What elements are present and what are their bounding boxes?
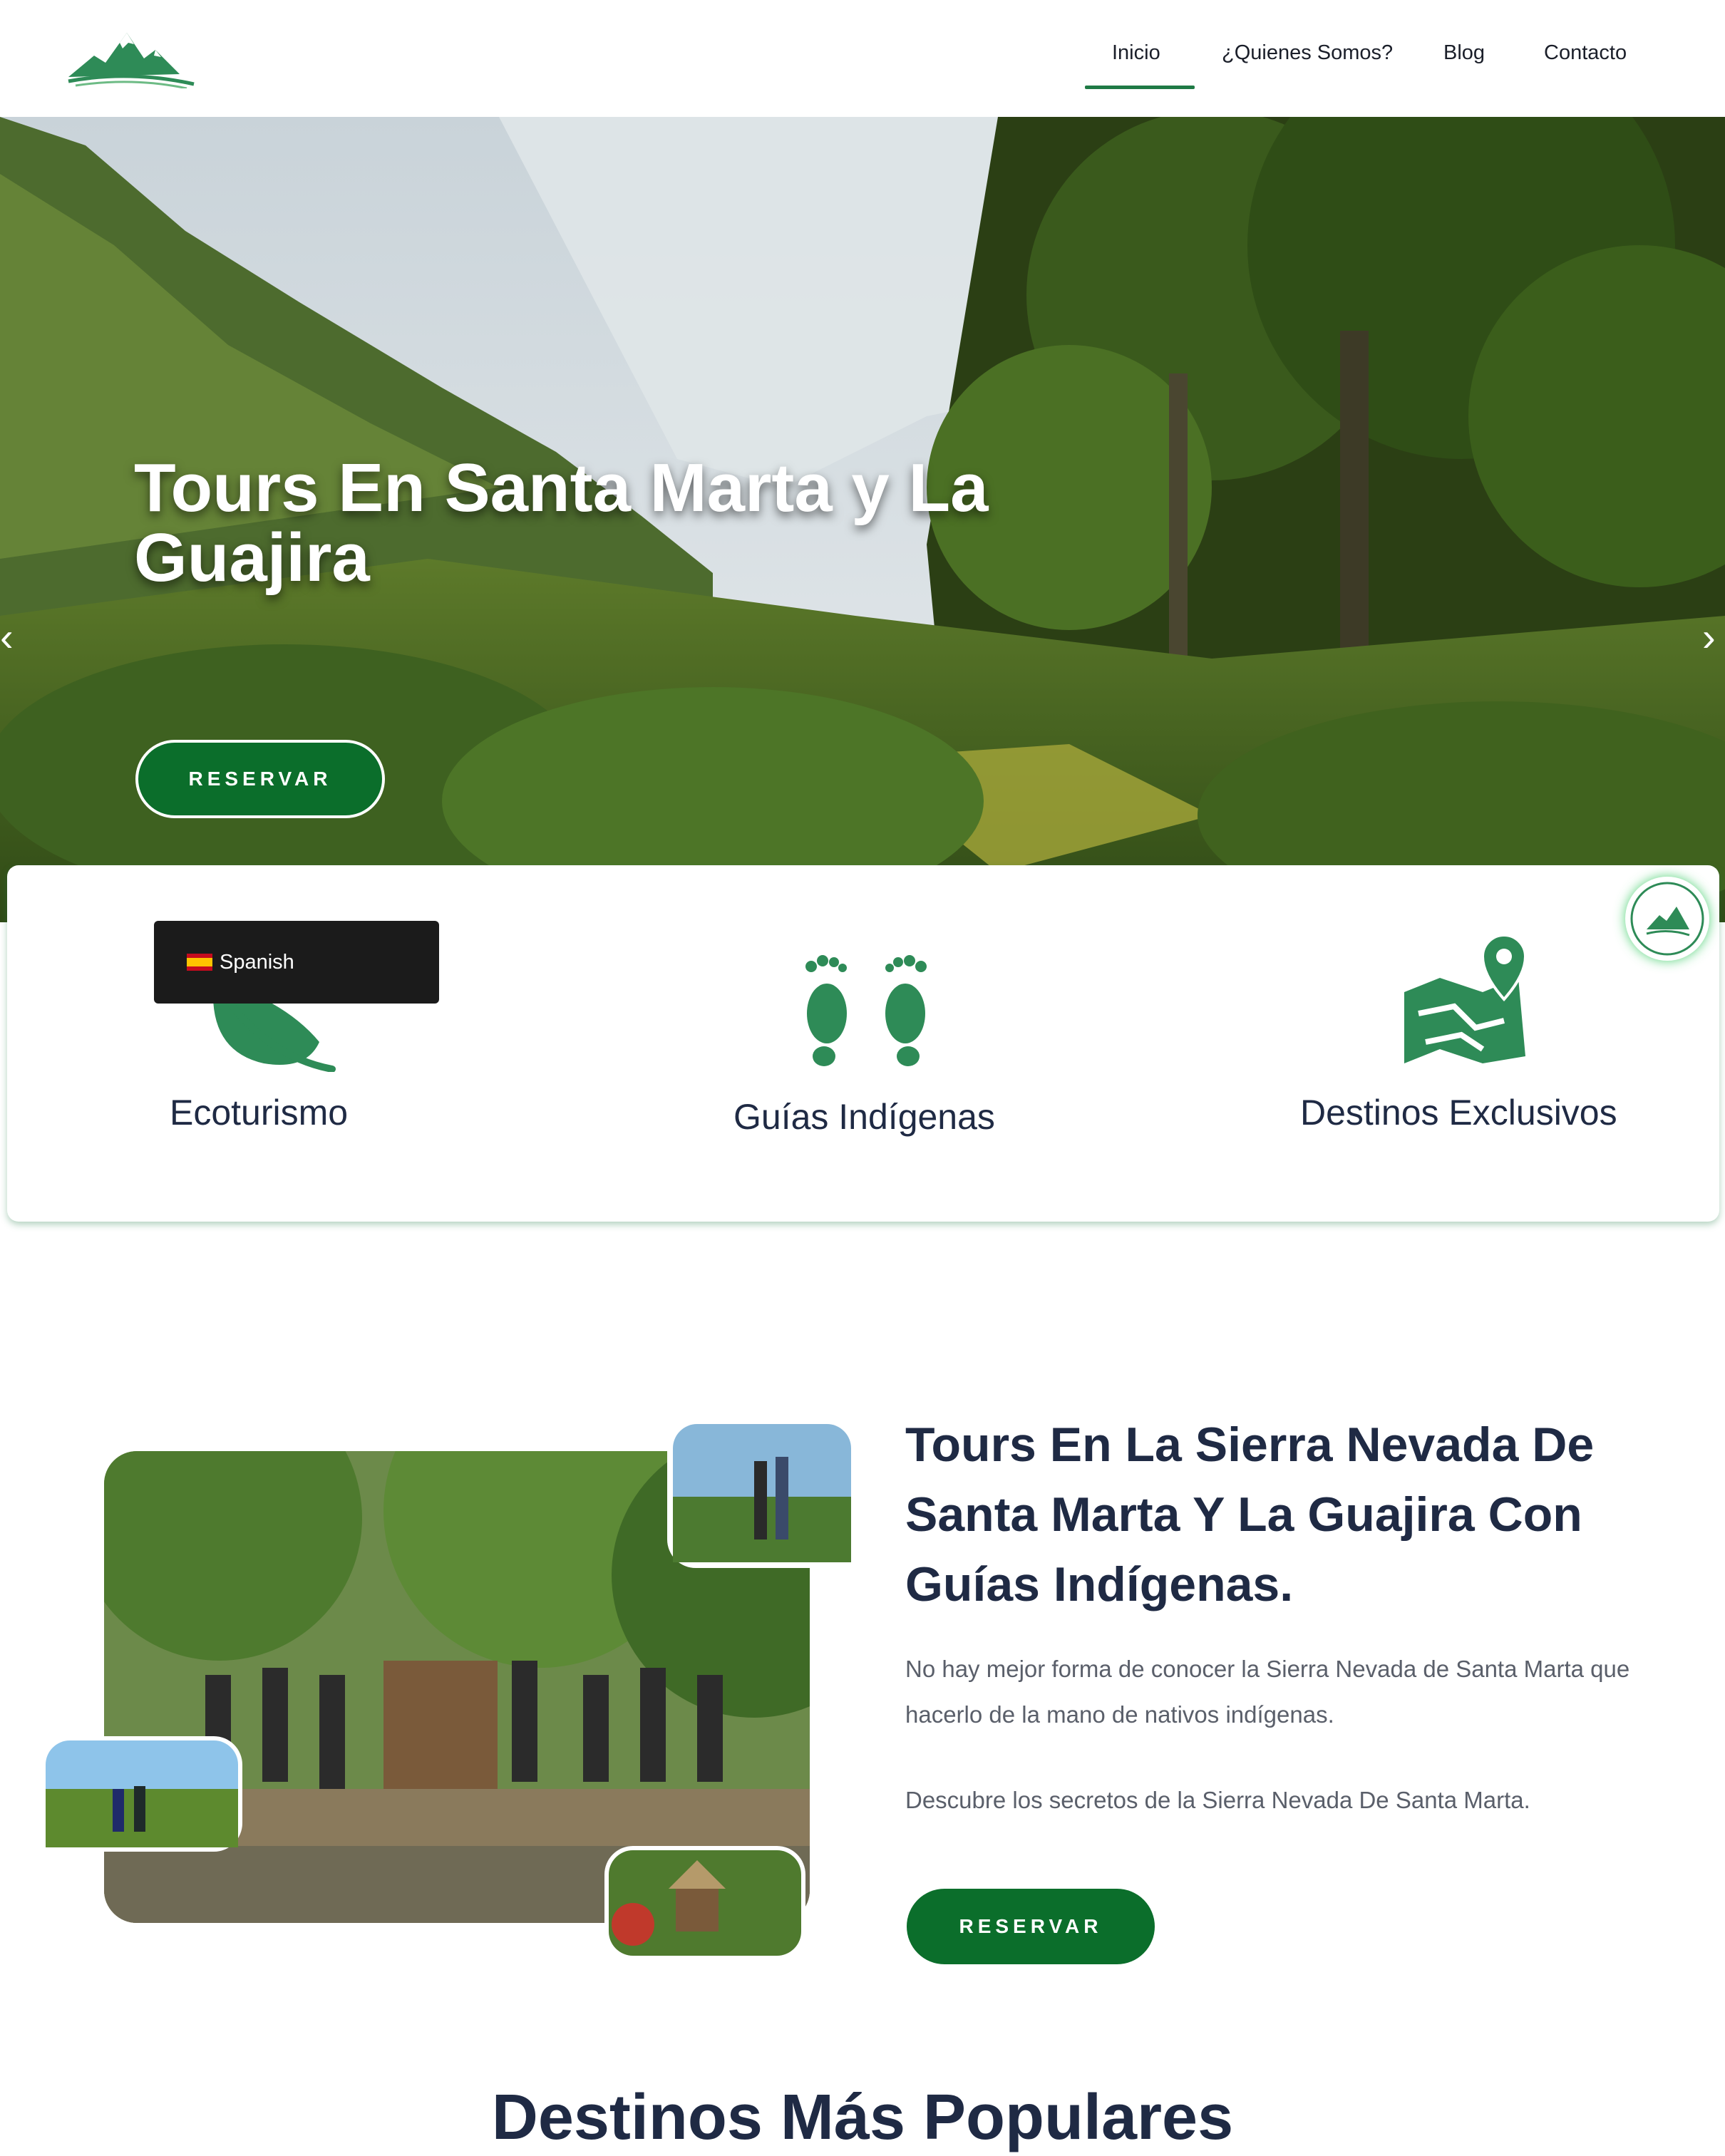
nav-contacto[interactable]: Contacto (1544, 41, 1627, 65)
sierra-nativa-badge-icon[interactable] (1625, 877, 1709, 961)
footprints-icon (805, 955, 927, 1066)
photo-left (41, 1736, 242, 1852)
about-reservar-button[interactable]: RESERVAR (907, 1889, 1155, 1964)
photo-top-right (667, 1418, 857, 1568)
about-paragraph-2: Descubre los secretos de la Sierra Nevad… (905, 1787, 1530, 1813)
language-selector[interactable]: Spanish (154, 921, 439, 1004)
feature-label-destinos-exclusivos: Destinos Exclusivos (1300, 1093, 1617, 1133)
language-label: Spanish (220, 950, 294, 974)
logo-mountains-icon[interactable] (66, 27, 198, 88)
map-pin-icon (1404, 935, 1528, 1063)
chevron-right-icon[interactable]: › (1702, 616, 1725, 659)
feature-label-ecoturismo: Ecoturismo (170, 1093, 349, 1133)
about-paragraph-1: No hay mejor forma de conocer la Sierra … (905, 1656, 1630, 1728)
feature-label-guias-indigenas: Guías Indígenas (733, 1097, 995, 1137)
features-card: Ecoturismo Guías Indígenas Destinos Excl… (7, 865, 1719, 1222)
about-title: Tours En La Sierra Nevada De Santa Marta… (905, 1418, 1595, 1611)
nav-quienes-somos[interactable]: ¿Quienes Somos? (1222, 41, 1393, 65)
badge-logo-icon (1630, 882, 1704, 956)
site-header: Inicio ¿Quienes Somos? Blog Contacto (0, 0, 1725, 117)
nav-blog[interactable]: Blog (1443, 41, 1485, 65)
hero-title: Tours En Santa Marta y La Guajira (134, 450, 989, 596)
hero-reservar-button[interactable]: RESERVAR (135, 740, 385, 818)
popular-destinations-title: Destinos Más Populares (491, 2082, 1234, 2153)
hero-slider: Tours En Santa Marta y La Guajira RESERV… (0, 117, 1725, 922)
chevron-left-icon[interactable]: ‹ (0, 616, 29, 659)
tour-photos-collage (41, 1418, 857, 1960)
spain-flag-icon (187, 954, 212, 971)
nav-active-indicator (1085, 86, 1195, 89)
photo-bottom-right (604, 1846, 805, 1960)
nav-inicio[interactable]: Inicio (1112, 41, 1160, 65)
